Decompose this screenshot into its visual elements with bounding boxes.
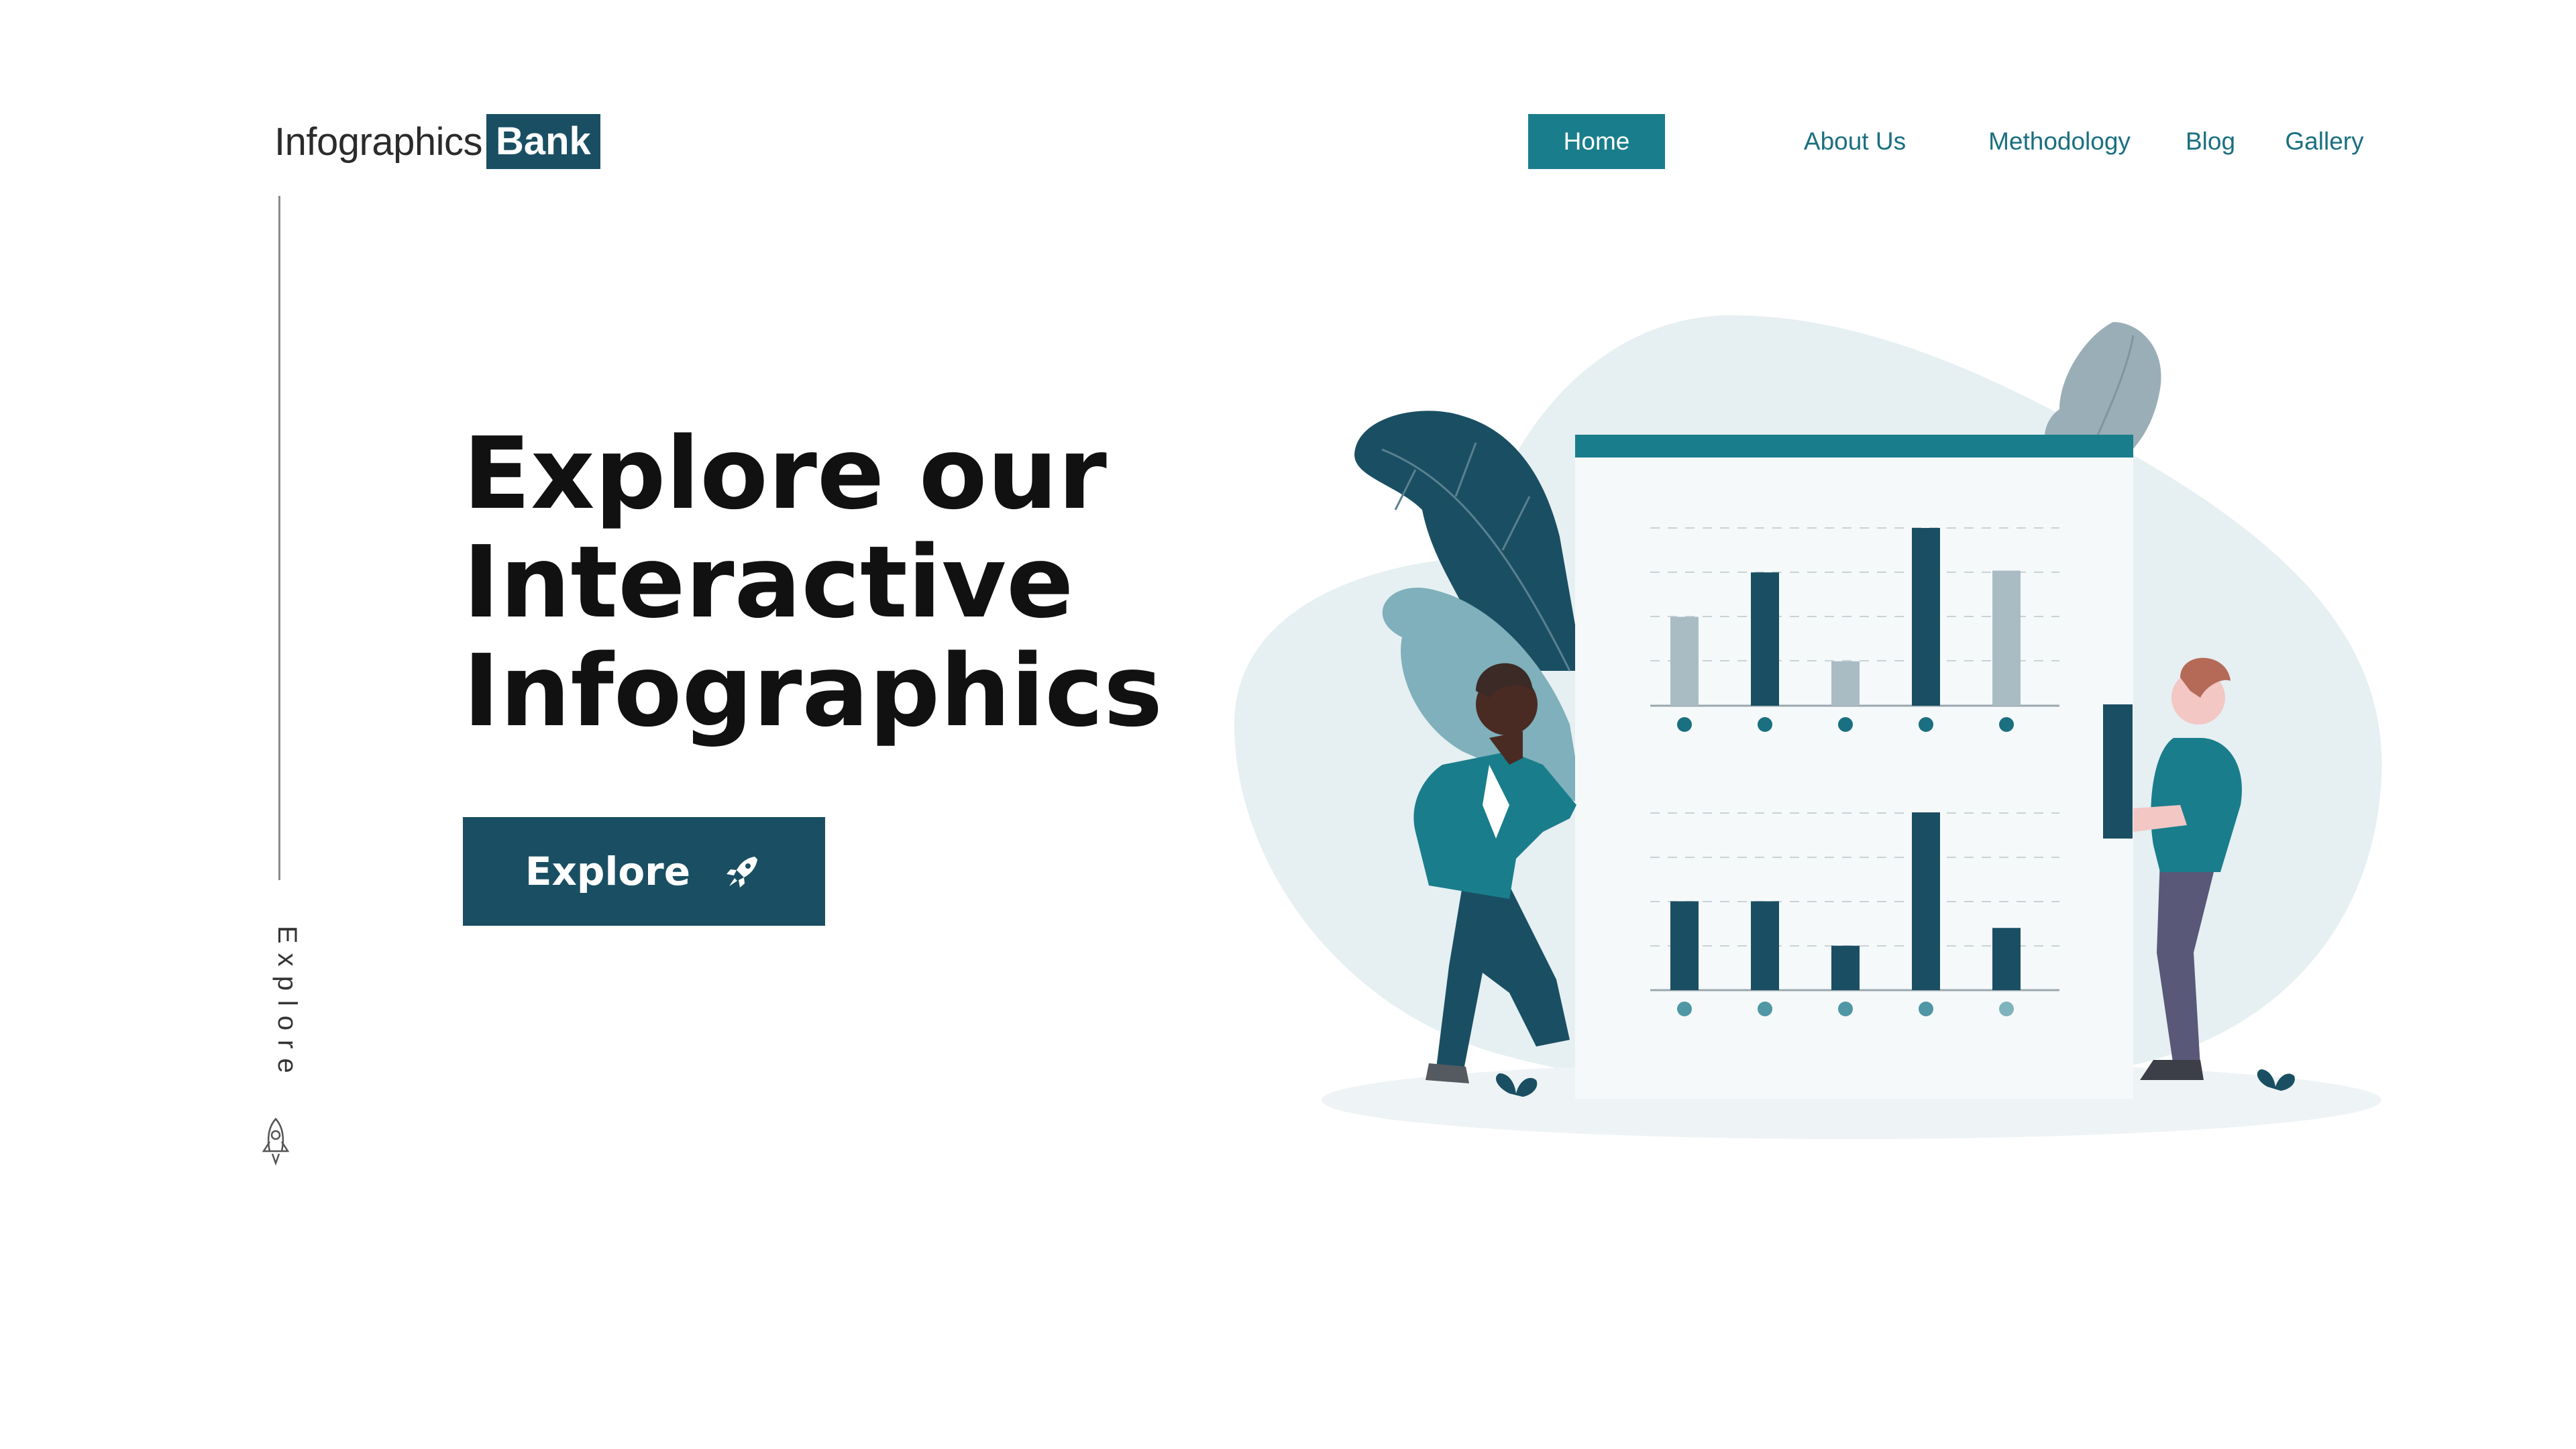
dashboard-board — [1575, 435, 2133, 1099]
chart-bottom-bar — [1751, 901, 1779, 990]
chart-bottom-bar — [1670, 901, 1699, 990]
chart-bottom-dot — [1838, 1002, 1853, 1016]
chart-bottom-dot — [1999, 1002, 2014, 1016]
explore-button[interactable]: Explore — [463, 817, 825, 926]
chart-top-bar — [1992, 570, 2021, 706]
chart-bottom-bar — [1831, 945, 1860, 990]
hero-title-line: Explore our — [463, 416, 1107, 531]
chart-top-bar — [1670, 616, 1699, 706]
rocket-icon — [727, 857, 758, 888]
nav-about-us[interactable]: About Us — [1778, 114, 1932, 169]
hero-title: Explore our Interactive Infographics — [463, 419, 1201, 745]
chart-top-bar — [1831, 661, 1860, 706]
side-explore-label[interactable]: Explore — [272, 926, 302, 1087]
chart-bottom-dot — [1758, 1002, 1772, 1016]
explore-button-label: Explore — [525, 849, 691, 894]
side-divider-line — [278, 196, 280, 880]
chart-top-dot — [1838, 717, 1853, 732]
rocket-icon[interactable] — [259, 1115, 292, 1169]
chart-top-dot — [1919, 717, 1933, 732]
nav-home[interactable]: Home — [1528, 114, 1665, 169]
chart-bottom-bar — [1912, 812, 1940, 990]
nav-methodology[interactable]: Methodology — [1959, 114, 2160, 169]
analytics-illustration — [1234, 315, 2382, 1139]
chart-bottom-bar — [1992, 928, 2021, 990]
landing-page: Infographics Bank Home About Us Methodol… — [0, 0, 2576, 1449]
chart-top-dot — [1758, 717, 1772, 732]
nav-gallery[interactable]: Gallery — [2274, 114, 2375, 169]
hero-title-line: Infographics — [463, 633, 1163, 749]
chart-top-dot — [1999, 717, 2014, 732]
hero-title-line: Interactive — [463, 525, 1074, 640]
chart-bottom-dot — [1677, 1002, 1692, 1016]
nav-blog[interactable]: Blog — [2174, 114, 2247, 169]
chart-top-dot — [1677, 717, 1692, 732]
main-nav: Home About Us Methodology Blog Gallery — [0, 114, 2576, 169]
dashboard-board-header — [1575, 435, 2133, 458]
chart-top-bar — [1751, 572, 1779, 706]
chart-bottom-dot — [1919, 1002, 1933, 1016]
chart-top-bar — [1912, 528, 1940, 706]
